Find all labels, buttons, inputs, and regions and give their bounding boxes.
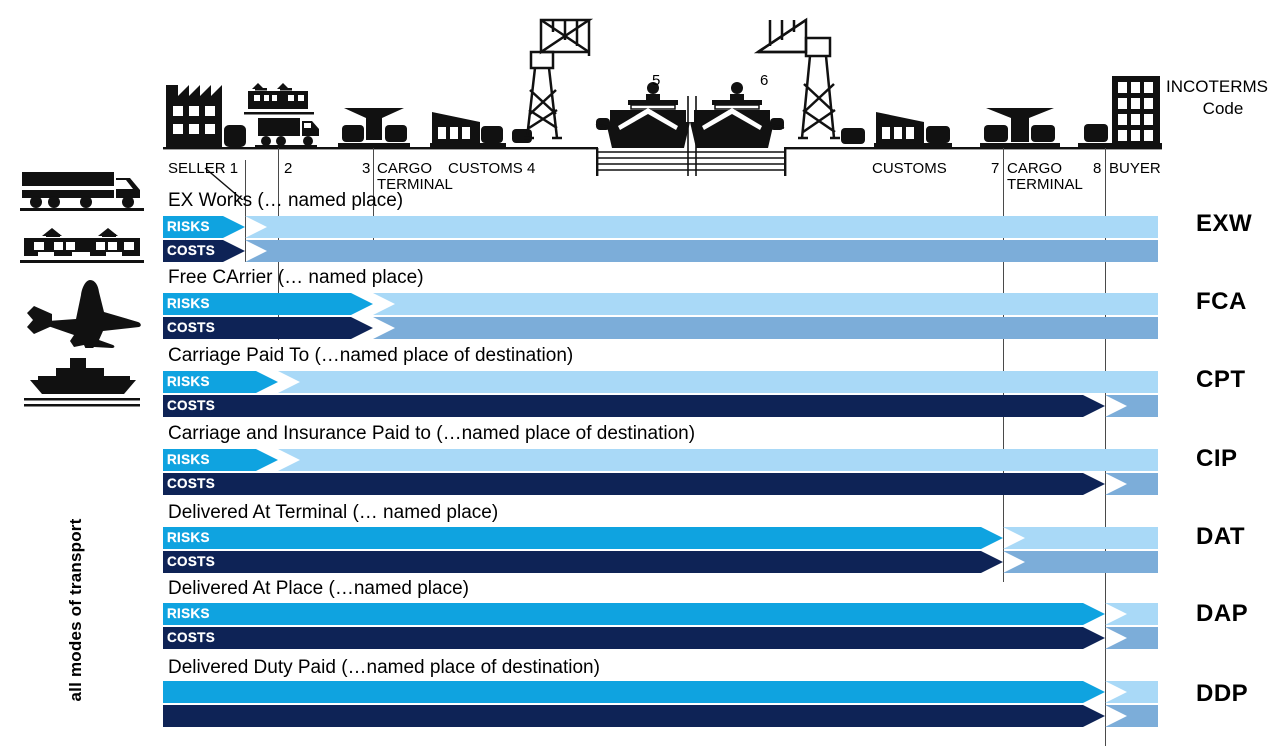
ship-icon — [24, 358, 140, 407]
customs-building-icon-2 — [874, 112, 952, 147]
row-title-cip: Carriage and Insurance Paid to (…named p… — [168, 423, 696, 444]
row-title-dap: Delivered At Place (…named place) — [168, 578, 469, 599]
port-crane-icon-2 — [753, 17, 840, 140]
costs-label-cpt: COSTS — [167, 398, 216, 413]
incoterm-code-exw: EXW — [1196, 210, 1253, 237]
incoterm-code-dat: DAT — [1196, 523, 1246, 550]
guide-line-7 — [1003, 148, 1004, 582]
costs-label-exw: COSTS — [167, 243, 216, 258]
incoterms-title: INCOTERMS Code — [1166, 76, 1280, 120]
risks-bar-cpt — [163, 371, 1158, 393]
scene-marker-cargo: CARGO — [377, 160, 433, 177]
costs-bar-cip — [163, 473, 1158, 495]
scene-marker-terminal: TERMINAL — [1007, 176, 1083, 193]
scene-marker-customs: CUSTOMS — [448, 160, 523, 177]
costs-bar-ddp — [163, 705, 1158, 727]
train-icon — [20, 228, 144, 263]
port-crane-icon — [524, 18, 594, 140]
scene-marker-cargo: CARGO — [1007, 160, 1063, 177]
incoterm-code-cip: CIP — [1196, 445, 1238, 472]
row-title-fca: Free CArrier (… named place) — [168, 267, 424, 288]
risks-bar-dat — [163, 527, 1158, 549]
cargo-terminal-icon-2 — [980, 108, 1060, 147]
ship-icon-6 — [690, 82, 785, 148]
scene-marker-7: 7 — [991, 160, 1000, 177]
costs-bar-exw — [163, 240, 1158, 262]
scene-marker-6: 6 — [760, 72, 769, 89]
incoterm-code-dap: DAP — [1196, 600, 1249, 627]
scene-marker-8: 8 — [1093, 160, 1102, 177]
all-modes-of-transport-label: all modes of transport — [66, 518, 85, 702]
factory-icon — [166, 85, 246, 147]
costs-bar-dat — [163, 551, 1158, 573]
row-title-cpt: Carriage Paid To (…named place of destin… — [168, 345, 574, 366]
transport-modes-label-wrap: all modes of transport — [56, 480, 96, 740]
scene-marker-buyer: BUYER — [1109, 160, 1161, 177]
airplane-icon — [27, 280, 141, 348]
risks-label-exw: RISKS — [167, 219, 210, 234]
customs-building-icon — [430, 112, 532, 147]
buyer-building-icon — [1078, 76, 1162, 147]
incoterms-title-main: INCOTERMS — [1166, 77, 1268, 96]
risks-bar-fca — [163, 293, 1158, 315]
costs-label-dat: COSTS — [167, 554, 216, 569]
risks-label-fca: RISKS — [167, 296, 210, 311]
scene-marker-customs: CUSTOMS — [872, 160, 947, 177]
risks-label-cpt: RISKS — [167, 374, 210, 389]
row-title-exw: EX Works (… named place) — [168, 190, 404, 211]
incoterms-title-sub: Code — [1202, 99, 1244, 118]
costs-label-cip: COSTS — [167, 476, 216, 491]
row-title-dat: Delivered At Terminal (… named place) — [168, 502, 499, 523]
costs-bar-fca — [163, 317, 1158, 339]
costs-label-fca: COSTS — [167, 320, 216, 335]
risks-label-cip: RISKS — [167, 452, 210, 467]
transport-modes-panel — [8, 166, 156, 418]
incoterm-code-fca: FCA — [1196, 288, 1247, 315]
incoterm-code-ddp: DDP — [1196, 680, 1249, 707]
cargo-terminal-icon — [338, 108, 410, 147]
risks-bar-exw — [163, 216, 1158, 238]
scene-marker-seller-1: SELLER 1 — [168, 160, 239, 177]
ship-icon-5 — [595, 82, 690, 148]
risks-label-dap: RISKS — [167, 606, 210, 621]
costs-bar-cpt — [163, 395, 1158, 417]
scene-marker-4: 4 — [527, 160, 536, 177]
costs-label-dap: COSTS — [167, 630, 216, 645]
train-truck-icon — [244, 83, 319, 148]
risks-bar-cip — [163, 449, 1158, 471]
risks-label-dat: RISKS — [167, 530, 210, 545]
scene-marker-2: 2 — [284, 160, 293, 177]
scene-marker-3: 3 — [362, 160, 371, 177]
costs-bar-dap — [163, 627, 1158, 649]
incoterm-code-cpt: CPT — [1196, 366, 1246, 393]
row-title-ddp: Delivered Duty Paid (…named place of des… — [168, 657, 600, 678]
risks-bar-dap — [163, 603, 1158, 625]
risks-bar-ddp — [163, 681, 1158, 703]
scene-marker-5: 5 — [652, 72, 661, 89]
